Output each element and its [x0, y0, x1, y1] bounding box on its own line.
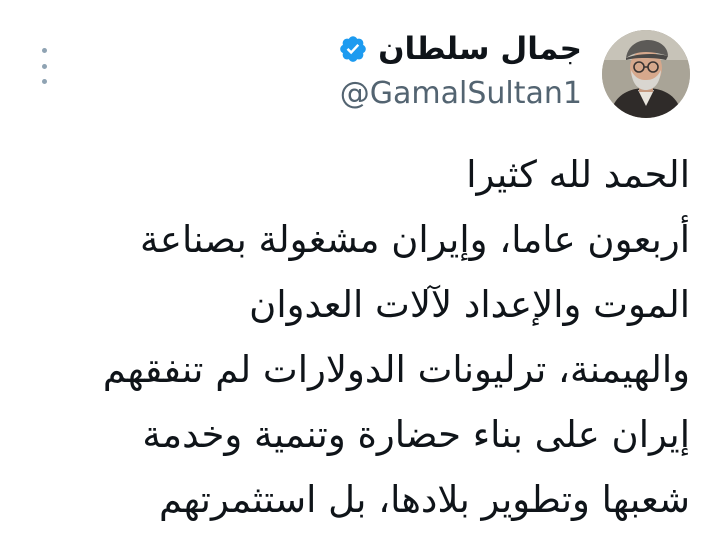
avatar[interactable] [602, 30, 690, 118]
display-name[interactable]: جمال سلطان [378, 26, 582, 72]
tweet-line: والهيمنة، ترليونات الدولارات لم تنفقهم [102, 348, 690, 391]
name-row: جمال سلطان [338, 26, 582, 72]
author-identity: جمال سلطان @GamalSultan1 [338, 26, 582, 116]
tweet-line: الحمد لله كثيرا [466, 153, 690, 196]
avatar-image [602, 30, 690, 118]
tweet-line: الموت والإعداد لآلات العدوان [249, 283, 690, 326]
tweet-line: شعبها وتطوير بلادها، بل استثمرتهم [158, 478, 690, 521]
tweet-card: جمال سلطان @GamalSultan1 الحمد لله كثيرا… [0, 0, 720, 535]
author-handle[interactable]: @GamalSultan1 [338, 72, 582, 116]
tweet-text: الحمد لله كثيرا أربعون عاما، وإيران مشغو… [20, 142, 690, 532]
tweet-header: جمال سلطان @GamalSultan1 [30, 26, 690, 126]
verified-badge-icon [338, 34, 368, 64]
tweet-line: إيران على بناء حضارة وتنمية وخدمة [142, 413, 690, 456]
tweet-line: أربعون عاما، وإيران مشغولة بصناعة [140, 218, 690, 261]
